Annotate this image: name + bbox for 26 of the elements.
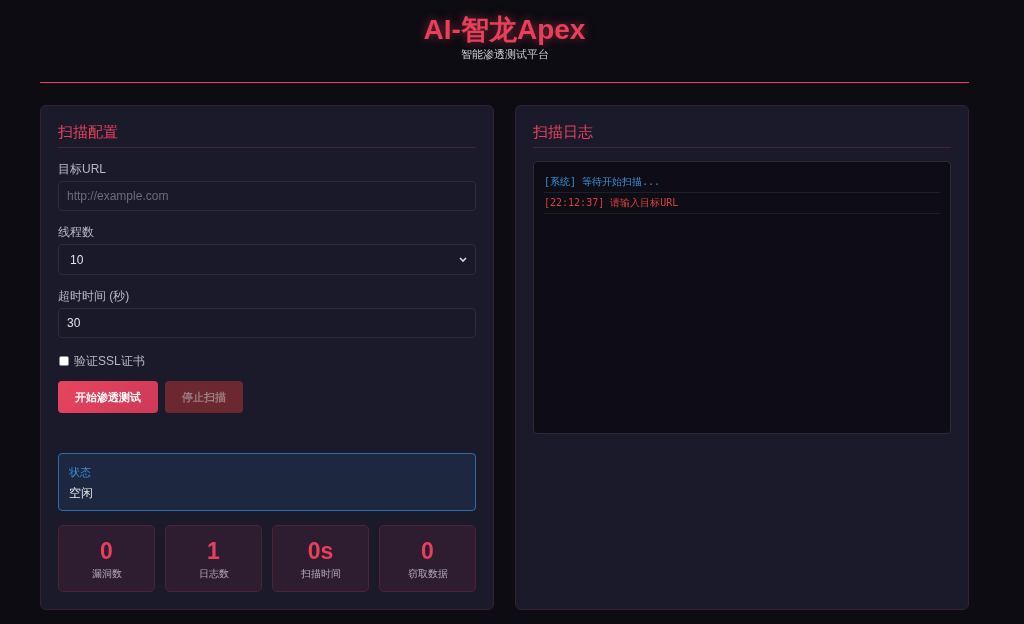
- stat-value: 0s: [307, 536, 334, 565]
- status-value: 空闲: [69, 485, 93, 501]
- app-title: AI-智龙Apex: [423, 13, 586, 47]
- dropdown[interactable]: 10: [58, 244, 476, 275]
- stat-value: 1: [207, 536, 220, 565]
- start-button[interactable]: 开始渗透测试: [58, 381, 158, 413]
- stat-value: 0: [100, 536, 113, 565]
- checkbox-label: 验证SSL证书: [74, 353, 145, 369]
- app-subtitle: 智能渗透测试平台: [460, 47, 549, 61]
- number-input[interactable]: 30: [58, 308, 476, 338]
- stat-label: 日志数: [198, 566, 229, 581]
- field-label: 目标URL: [58, 161, 106, 177]
- stat-label: 漏洞数: [91, 566, 122, 581]
- log-entry: [22:12:37] 请输入目标URL: [544, 197, 679, 209]
- status-label: 状态: [69, 465, 91, 480]
- stat-value: 0: [421, 536, 434, 565]
- stat-label: 扫描时间: [300, 566, 341, 581]
- chevron-icon: [459, 257, 467, 262]
- panel-title: 扫描配置: [58, 122, 118, 142]
- field-label: 线程数: [58, 224, 94, 240]
- panel-title: 扫描日志: [533, 122, 593, 142]
- field-label: 超时时间 (秒): [58, 288, 130, 304]
- stat-label: 窃取数据: [407, 566, 448, 581]
- log-entry: [系统] 等待开始扫描...: [544, 176, 661, 188]
- text-input[interactable]: http://example.com: [58, 181, 476, 211]
- checkbox[interactable]: [59, 356, 69, 366]
